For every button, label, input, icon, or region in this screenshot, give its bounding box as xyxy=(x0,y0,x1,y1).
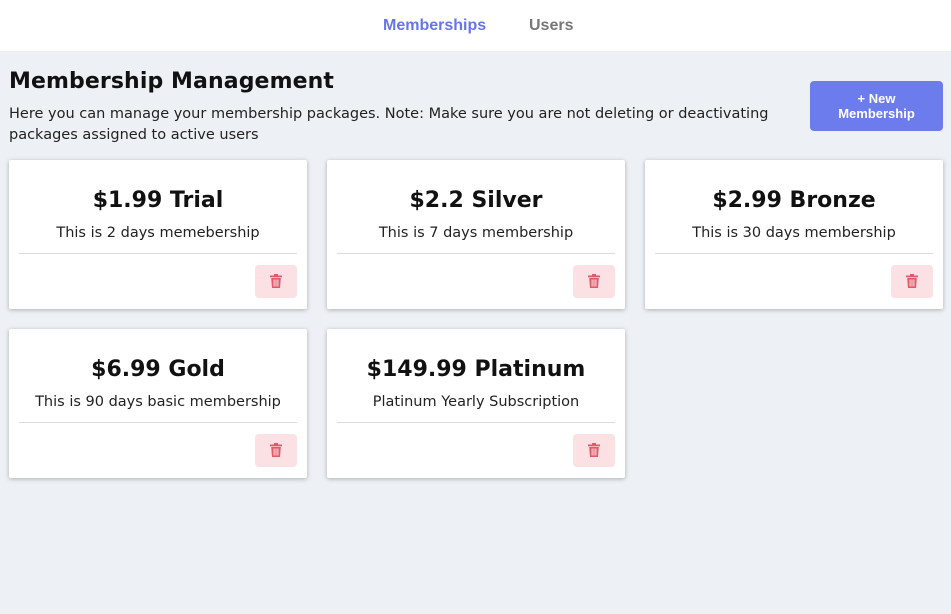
delete-membership-button[interactable] xyxy=(573,434,615,467)
card-divider xyxy=(19,253,297,254)
card-divider xyxy=(337,253,615,254)
trash-icon xyxy=(906,274,918,288)
trash-icon xyxy=(270,274,282,288)
delete-membership-button[interactable] xyxy=(891,265,933,298)
card-divider xyxy=(337,422,615,423)
membership-description: This is 2 days memebership xyxy=(56,225,260,241)
delete-membership-button[interactable] xyxy=(573,265,615,298)
membership-description: This is 90 days basic membership xyxy=(35,394,281,410)
delete-membership-button[interactable] xyxy=(255,265,297,298)
membership-description: This is 30 days membership xyxy=(692,225,896,241)
trash-icon xyxy=(588,274,600,288)
membership-title: $1.99 Trial xyxy=(92,188,224,213)
membership-title: $6.99 Gold xyxy=(91,357,225,382)
membership-title: $2.2 Silver xyxy=(409,188,543,213)
membership-card-gold: $6.99 Gold This is 90 days basic members… xyxy=(9,329,307,478)
membership-card-bronze: $2.99 Bronze This is 30 days membership xyxy=(645,160,943,309)
tab-users[interactable]: Users xyxy=(529,17,573,35)
membership-card-silver: $2.2 Silver This is 7 days membership xyxy=(327,160,625,309)
tab-memberships[interactable]: Memberships xyxy=(383,17,486,35)
page-title: Membership Management xyxy=(9,69,334,94)
membership-title: $149.99 Platinum xyxy=(366,357,586,382)
membership-card-trial: $1.99 Trial This is 2 days memebership xyxy=(9,160,307,309)
trash-icon xyxy=(270,443,282,457)
top-navigation: Memberships Users xyxy=(0,0,951,51)
membership-card-platinum: $149.99 Platinum Platinum Yearly Subscri… xyxy=(327,329,625,478)
membership-description: Platinum Yearly Subscription xyxy=(372,394,580,410)
delete-membership-button[interactable] xyxy=(255,434,297,467)
page-description: Here you can manage your membership pack… xyxy=(9,106,769,143)
membership-title: $2.99 Bronze xyxy=(712,188,876,213)
card-divider xyxy=(19,422,297,423)
trash-icon xyxy=(588,443,600,457)
membership-description: This is 7 days membership xyxy=(378,225,574,241)
new-membership-button[interactable]: + New Membership xyxy=(810,81,943,131)
card-divider xyxy=(655,253,933,254)
